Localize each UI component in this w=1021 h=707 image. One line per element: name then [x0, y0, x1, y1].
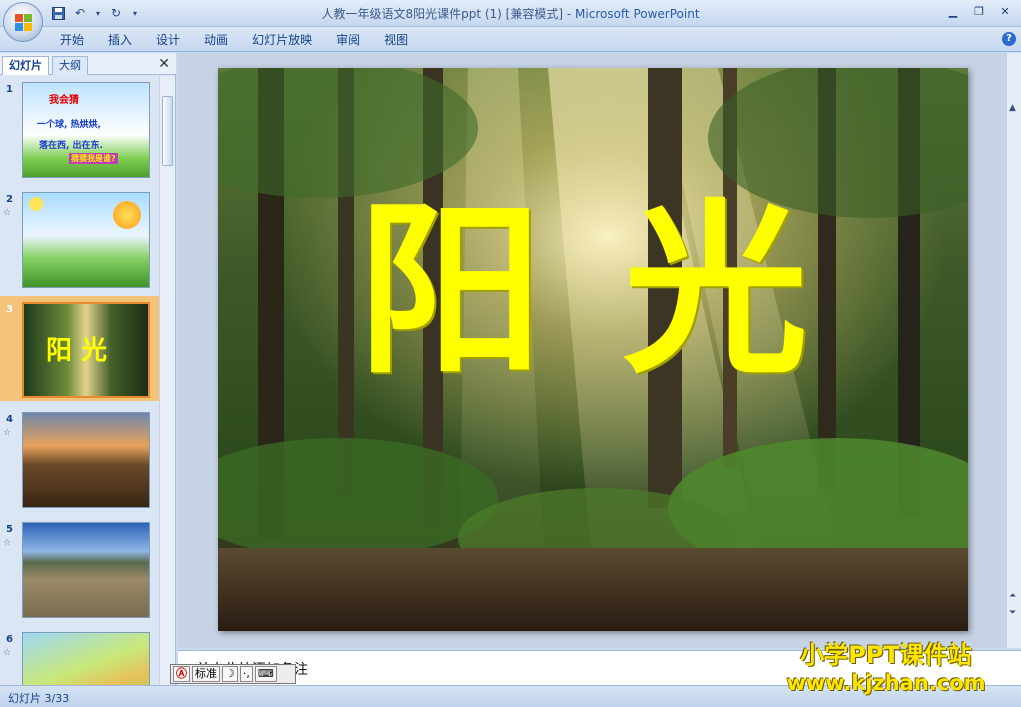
window-controls: ▁ ❐ ✕ — [941, 3, 1017, 21]
window-title: 人教一年级语文8阳光课件ppt (1) [兼容模式] - Microsoft P… — [321, 7, 700, 21]
tab-animations[interactable]: 动画 — [192, 31, 240, 49]
restore-button[interactable]: ❐ — [967, 3, 991, 21]
watermark-line-1: 小学PPT课件站 — [800, 641, 972, 669]
editor-scrollbar[interactable]: ▲ ⏶ ⏷ — [1006, 53, 1021, 648]
current-slide[interactable]: 阳光 — [218, 68, 968, 631]
thumbnail-image: 阳 光 — [22, 302, 150, 398]
document-title: 人教一年级语文8阳光课件ppt (1) [兼容模式] — [321, 7, 564, 21]
thumb-title: 阳 光 — [46, 336, 108, 366]
office-button[interactable] — [3, 2, 43, 42]
tab-slide-show[interactable]: 幻灯片放映 — [240, 31, 324, 49]
app-name: Microsoft PowerPoint — [575, 7, 700, 21]
thumb-line-2: 落在西, 出在东. — [39, 141, 103, 151]
tab-home[interactable]: 开始 — [48, 31, 96, 49]
next-slide-icon[interactable]: ⏷ — [1009, 608, 1016, 618]
slide-thumbnail-3[interactable]: 3 阳 光 — [0, 296, 160, 401]
thumbnail-image — [22, 632, 150, 685]
title-bar: ↶ ▾ ↻ ▾ 人教一年级语文8阳光课件ppt (1) [兼容模式] - Mic… — [0, 0, 1021, 27]
thumb-line-1: 一个球, 热烘烘, — [37, 120, 101, 130]
tab-design[interactable]: 设计 — [144, 31, 192, 49]
animation-star-icon: ☆ — [3, 208, 12, 218]
watermark-line-2: www.kjzhan.com — [786, 671, 986, 695]
scrollbar-thumb[interactable] — [162, 96, 173, 166]
close-button[interactable]: ✕ — [993, 3, 1017, 21]
tab-review[interactable]: 审阅 — [324, 31, 372, 49]
animation-star-icon: ☆ — [3, 428, 12, 438]
thumbnail-image — [22, 522, 150, 618]
slide-thumbnail-6[interactable]: 6 ☆ — [0, 626, 160, 685]
slide-number: 6 — [6, 634, 13, 645]
half-width-icon[interactable]: ☽ — [222, 666, 238, 682]
scroll-up-icon[interactable]: ▲ — [1009, 103, 1016, 113]
slide-number: 1 — [6, 84, 13, 95]
thumbnail-list: 1 我会猜 一个球, 热烘烘, 落在西, 出在东. 猜猜我是谁? 2 ☆ 3 阳… — [0, 76, 160, 685]
slide-title[interactable]: 阳光 — [358, 198, 888, 383]
watermark: 小学PPT课件站 www.kjzhan.com — [775, 640, 997, 696]
office-logo-icon — [15, 14, 33, 32]
slide-number: 2 — [6, 194, 13, 205]
ime-logo-icon[interactable]: Ⓐ — [173, 666, 190, 682]
animation-star-icon: ☆ — [3, 648, 12, 658]
thumbnail-image: 我会猜 一个球, 热烘烘, 落在西, 出在东. 猜猜我是谁? — [22, 82, 150, 178]
slide-thumbnail-4[interactable]: 4 ☆ — [0, 406, 160, 511]
tab-slides[interactable]: 幻灯片 — [2, 56, 49, 75]
thumbnail-image — [22, 412, 150, 508]
thumbnail-scrollbar[interactable] — [159, 76, 175, 685]
slide-number: 5 — [6, 524, 13, 535]
slide-editor: 阳光 — [178, 53, 1006, 648]
slide-number: 3 — [6, 304, 13, 315]
sun-icon — [29, 197, 43, 211]
sun-icon — [113, 201, 141, 229]
slide-indicator: 幻灯片 3/33 — [8, 692, 70, 705]
slide-thumbnail-5[interactable]: 5 ☆ — [0, 516, 160, 621]
slides-pane: 幻灯片 大纲 ✕ 1 我会猜 一个球, 热烘烘, 落在西, 出在东. 猜猜我是谁… — [0, 53, 176, 685]
previous-slide-icon[interactable]: ⏶ — [1009, 591, 1016, 601]
thumbnail-image — [22, 192, 150, 288]
animation-star-icon: ☆ — [3, 538, 12, 548]
ribbon-tabs: 开始 插入 设计 动画 幻灯片放映 审阅 视图 — [48, 31, 420, 49]
slide-number: 4 — [6, 414, 13, 425]
thumb-line-3: 猜猜我是谁? — [69, 153, 118, 164]
ime-mode[interactable]: 标准 — [192, 666, 220, 682]
tab-outline[interactable]: 大纲 — [52, 56, 88, 75]
minimize-button[interactable]: ▁ — [941, 3, 965, 21]
tab-insert[interactable]: 插入 — [96, 31, 144, 49]
slide-thumbnail-2[interactable]: 2 ☆ — [0, 186, 160, 291]
tab-view[interactable]: 视图 — [372, 31, 420, 49]
thumb-title: 我会猜 — [49, 95, 79, 106]
ribbon: 开始 插入 设计 动画 幻灯片放映 审阅 视图 ? — [0, 27, 1021, 52]
punctuation-icon[interactable]: ·, — [239, 666, 253, 682]
close-pane-icon[interactable]: ✕ — [158, 56, 170, 72]
soft-keyboard-icon[interactable]: ⌨ — [254, 666, 277, 682]
help-icon[interactable]: ? — [1002, 32, 1016, 46]
pane-tabs: 幻灯片 大纲 ✕ — [0, 53, 176, 75]
slide-thumbnail-1[interactable]: 1 我会猜 一个球, 热烘烘, 落在西, 出在东. 猜猜我是谁? — [0, 76, 160, 181]
ime-toolbar: Ⓐ 标准 ☽ ·, ⌨ — [170, 664, 296, 684]
